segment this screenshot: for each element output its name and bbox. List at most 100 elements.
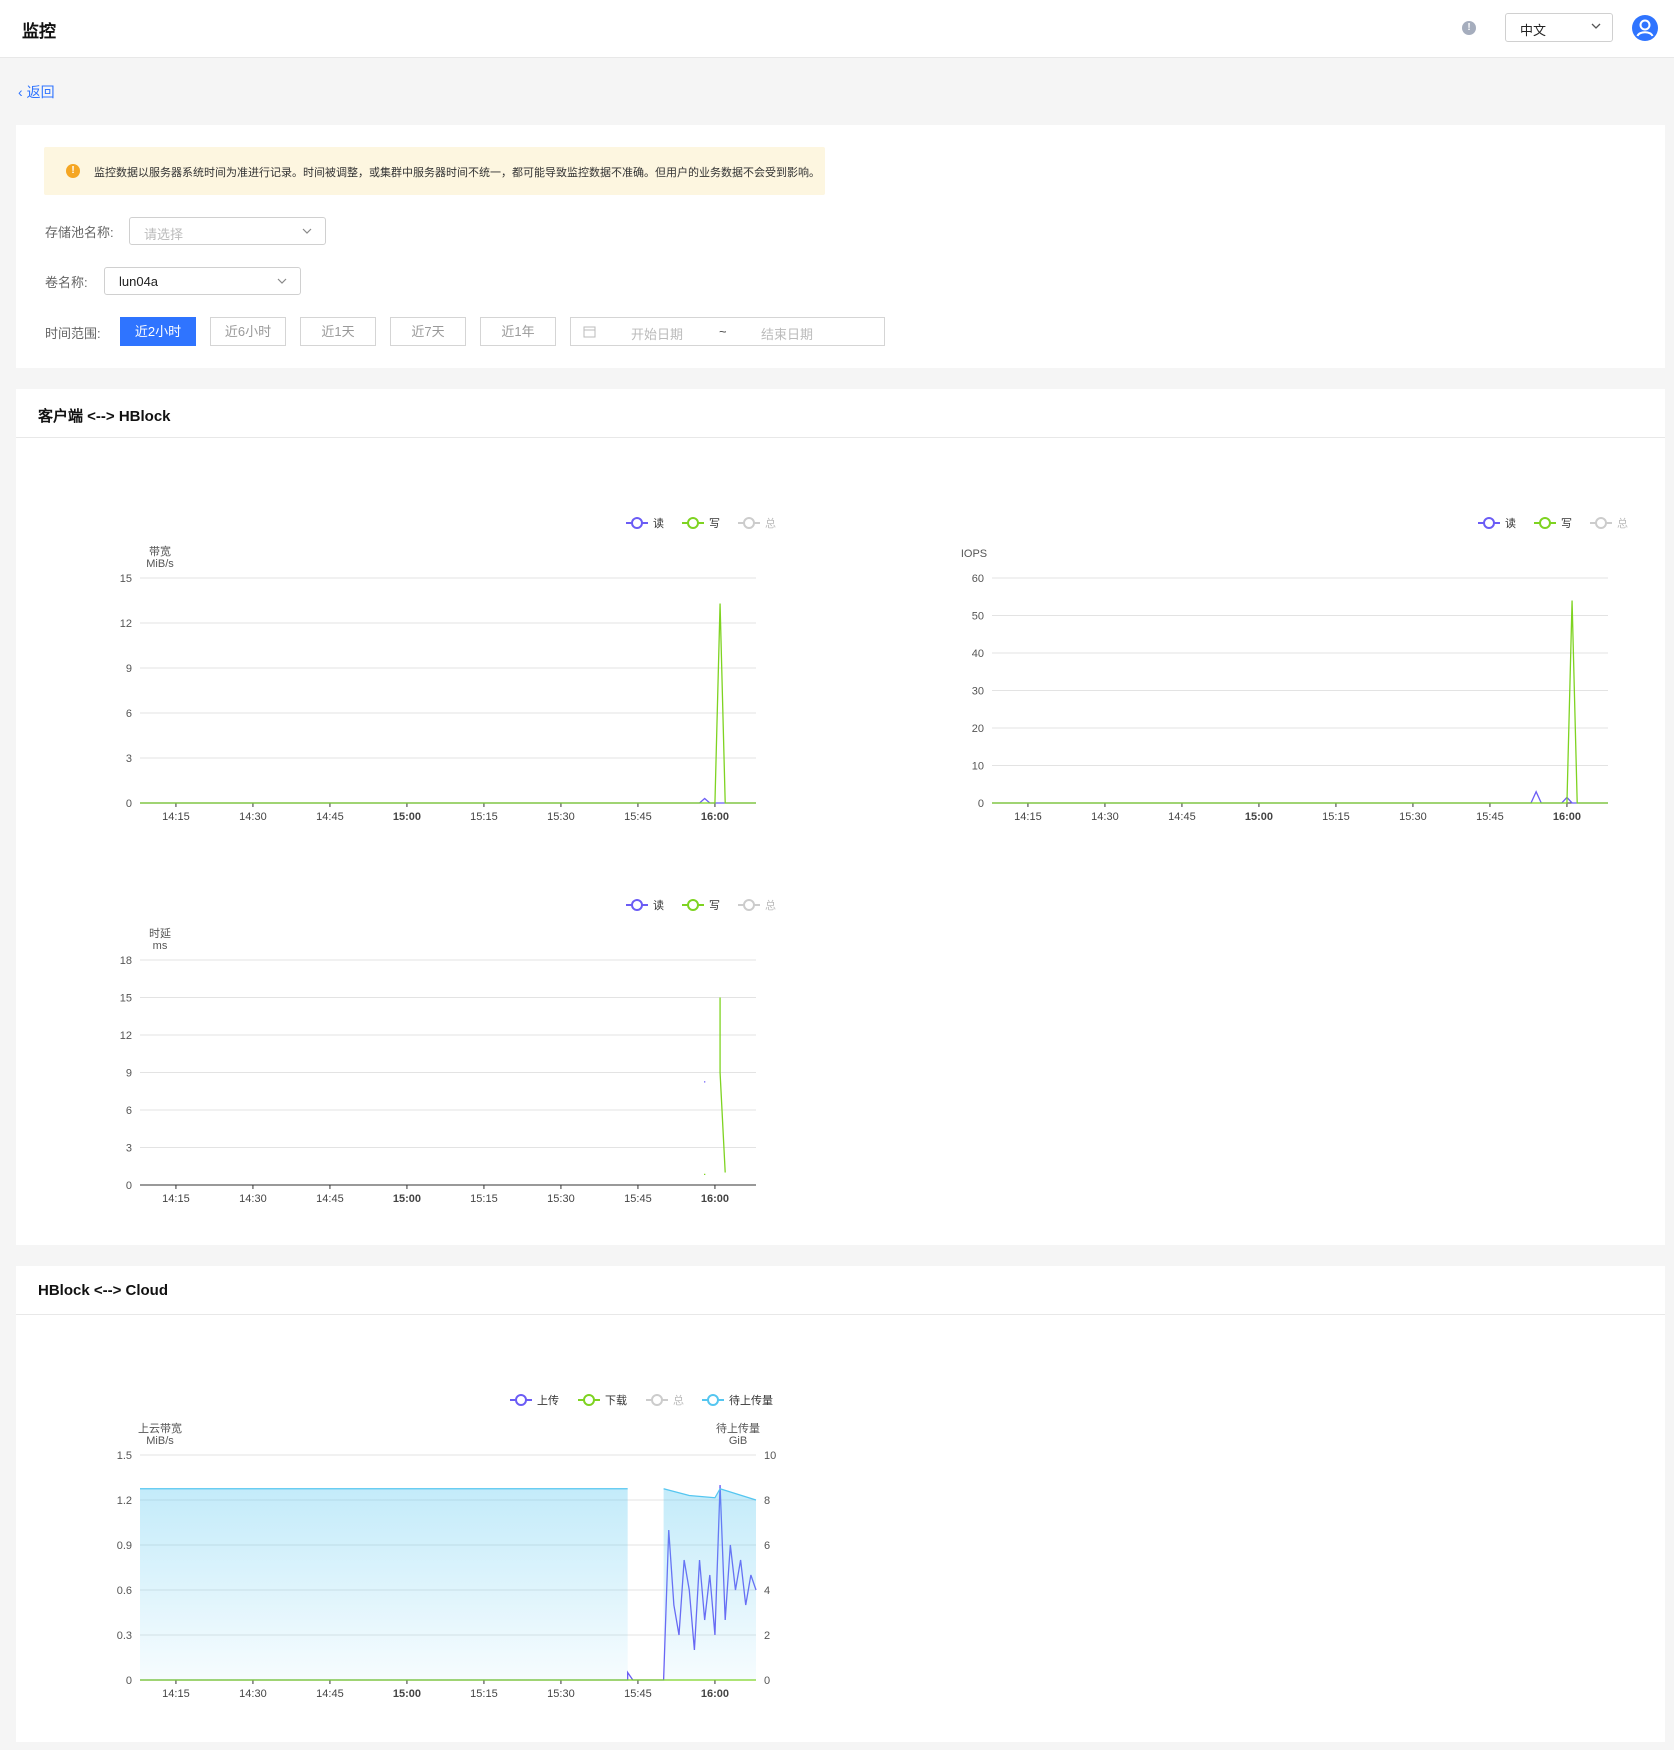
chevron-down-icon (302, 228, 312, 234)
time-1y-button[interactable]: 近1年 (480, 317, 556, 346)
x-tick-label: 14:45 (1168, 811, 1196, 823)
legend-label: 写 (1561, 518, 1572, 530)
legend-label: 总 (1617, 516, 1628, 530)
legend-label: 总 (765, 516, 776, 530)
legend-item: 上传 (510, 1394, 559, 1407)
x-tick-label: 15:30 (547, 1193, 575, 1205)
y-axis-label-right: 待上传量 (716, 1421, 760, 1435)
pool-select[interactable]: 请选择 (129, 217, 326, 245)
y-tick-label: 60 (972, 573, 984, 585)
user-avatar-icon[interactable] (1631, 14, 1659, 42)
legend-marker (1483, 517, 1495, 529)
back-link[interactable]: ‹ 返回 (18, 82, 55, 102)
y-tick-label: 9 (126, 663, 132, 675)
time-1d-button[interactable]: 近1天 (300, 317, 376, 346)
legend-item: 写 (682, 899, 720, 912)
client-hblock-card: 客户端 <--> HBlock 读写总带宽 MiB/s 0 3 6 9 12 15 14:15 1… (16, 389, 1665, 1245)
y-tick-label: 3 (126, 753, 132, 765)
x-tick-label: 15:00 (393, 1688, 421, 1700)
x-tick-label: 14:45 (316, 811, 344, 823)
series-area (140, 1488, 628, 1680)
time-2h-button[interactable]: 近2小时 (120, 317, 196, 346)
y-tick-label: 20 (972, 723, 984, 735)
top-bar: 监控 ! 中文 (0, 0, 1674, 58)
series-line (140, 603, 756, 804)
legend-marker (743, 517, 755, 529)
legend-item: 读 (626, 516, 664, 530)
bandwidth-chart: 读 写 总带宽MiB/s 0 3 6 9 12 15 14:15 14:30 14:45 15:00 15… (120, 516, 776, 823)
legend-label: 总 (765, 898, 776, 912)
x-tick-label: 14:15 (162, 1193, 190, 1205)
notice-banner: ! 监控数据以服务器系统时间为准进行记录。时间被调整，或集群中服务器时间不统一，… (44, 147, 825, 195)
x-tick-label: 15:15 (1322, 811, 1350, 823)
chevron-down-icon (1591, 23, 1601, 29)
y-axis-unit: MiB/s (146, 1435, 174, 1447)
y-tick-label: 0 (126, 798, 132, 810)
latency-chart: 读 写 总时延ms 0 3 6 9 12 15 18 14:15 14:30 14:45 15:00 15:… (120, 898, 776, 1205)
legend-item: 读 (1478, 516, 1516, 530)
y-tick-label: 3 (126, 1143, 132, 1155)
x-tick-label: 15:30 (547, 811, 575, 823)
y-tick-label: 40 (972, 648, 984, 660)
x-tick-label: 16:00 (701, 1688, 729, 1700)
series-line (140, 797, 756, 804)
x-tick-label: 15:45 (1476, 811, 1504, 823)
y-tick-label: 30 (972, 686, 984, 698)
volume-label: 卷名称: (45, 275, 88, 290)
y-tick-label: 0.3 (117, 1630, 132, 1642)
section-header: 客户端 <--> HBlock (16, 389, 1665, 438)
filter-card: ! 监控数据以服务器系统时间为准进行记录。时间被调整，或集群中服务器时间不统一，… (16, 125, 1665, 368)
y-axis-unit: MiB/s (146, 558, 174, 570)
start-date-input[interactable]: 开始日期 (631, 324, 683, 343)
time-7d-button[interactable]: 近7天 (390, 317, 466, 346)
legend-item: 总 (738, 898, 776, 912)
legend-label: 写 (709, 900, 720, 912)
pool-label: 存储池名称: (45, 225, 114, 240)
legend-item: 读 (626, 898, 664, 912)
language-select[interactable]: 中文 (1505, 13, 1613, 42)
x-tick-label: 15:45 (624, 811, 652, 823)
language-value: 中文 (1520, 23, 1547, 38)
y-tick-label: 10 (972, 761, 984, 773)
x-tick-label: 14:15 (162, 1688, 190, 1700)
legend-marker (1595, 517, 1607, 529)
volume-select[interactable]: lun04a (104, 267, 301, 295)
legend-label: 上传 (537, 1394, 559, 1407)
y-tick-label-right: 2 (764, 1630, 770, 1642)
x-tick-label: 15:30 (547, 1688, 575, 1700)
end-date-input[interactable]: 结束日期 (761, 324, 813, 343)
time-6h-button[interactable]: 近6小时 (210, 317, 286, 346)
y-tick-label-right: 4 (764, 1585, 770, 1597)
date-range-picker[interactable]: 开始日期 ~ 结束日期 (570, 317, 885, 346)
x-tick-label: 14:15 (162, 811, 190, 823)
y-tick-label: 12 (120, 1030, 132, 1042)
legend-label: 读 (1505, 516, 1516, 530)
y-tick-label: 0 (978, 798, 984, 810)
x-tick-label: 16:00 (701, 811, 729, 823)
x-tick-label: 15:00 (393, 811, 421, 823)
legend-label: 写 (709, 518, 720, 530)
y-tick-label: 15 (120, 993, 132, 1005)
legend-marker (583, 1394, 595, 1406)
info-icon[interactable]: ! (1462, 21, 1476, 35)
y-axis-unit: ms (153, 940, 168, 952)
y-axis-label: 带宽 (149, 544, 171, 558)
cloud-bandwidth-chart: 上传 下载总待上传量上云带宽MiB/s待上传量GiB00.30.60.91.21.… (117, 1393, 777, 1700)
series-area (663, 1488, 756, 1680)
y-tick-label: 9 (126, 1068, 132, 1080)
legend-marker (631, 899, 643, 911)
iops-chart: 读 写 总 IOPS 0 10 20 30 40 50 60 14:15 14:30 14:45 15:00… (961, 516, 1628, 823)
x-tick-label: 14:15 (1014, 811, 1042, 823)
y-tick-label-right: 10 (764, 1450, 776, 1462)
section-header: HBlock <--> Cloud (16, 1266, 1665, 1315)
legend-label: 读 (653, 898, 664, 912)
x-tick-label: 14:45 (316, 1193, 344, 1205)
legend-marker (1539, 517, 1551, 529)
y-tick-label: 0 (126, 1180, 132, 1192)
legend-marker (651, 1394, 663, 1406)
x-tick-label: 15:15 (470, 1688, 498, 1700)
legend-item: 写 (682, 517, 720, 530)
x-tick-label: 15:15 (470, 1193, 498, 1205)
legend-marker (687, 899, 699, 911)
legend-marker (687, 517, 699, 529)
